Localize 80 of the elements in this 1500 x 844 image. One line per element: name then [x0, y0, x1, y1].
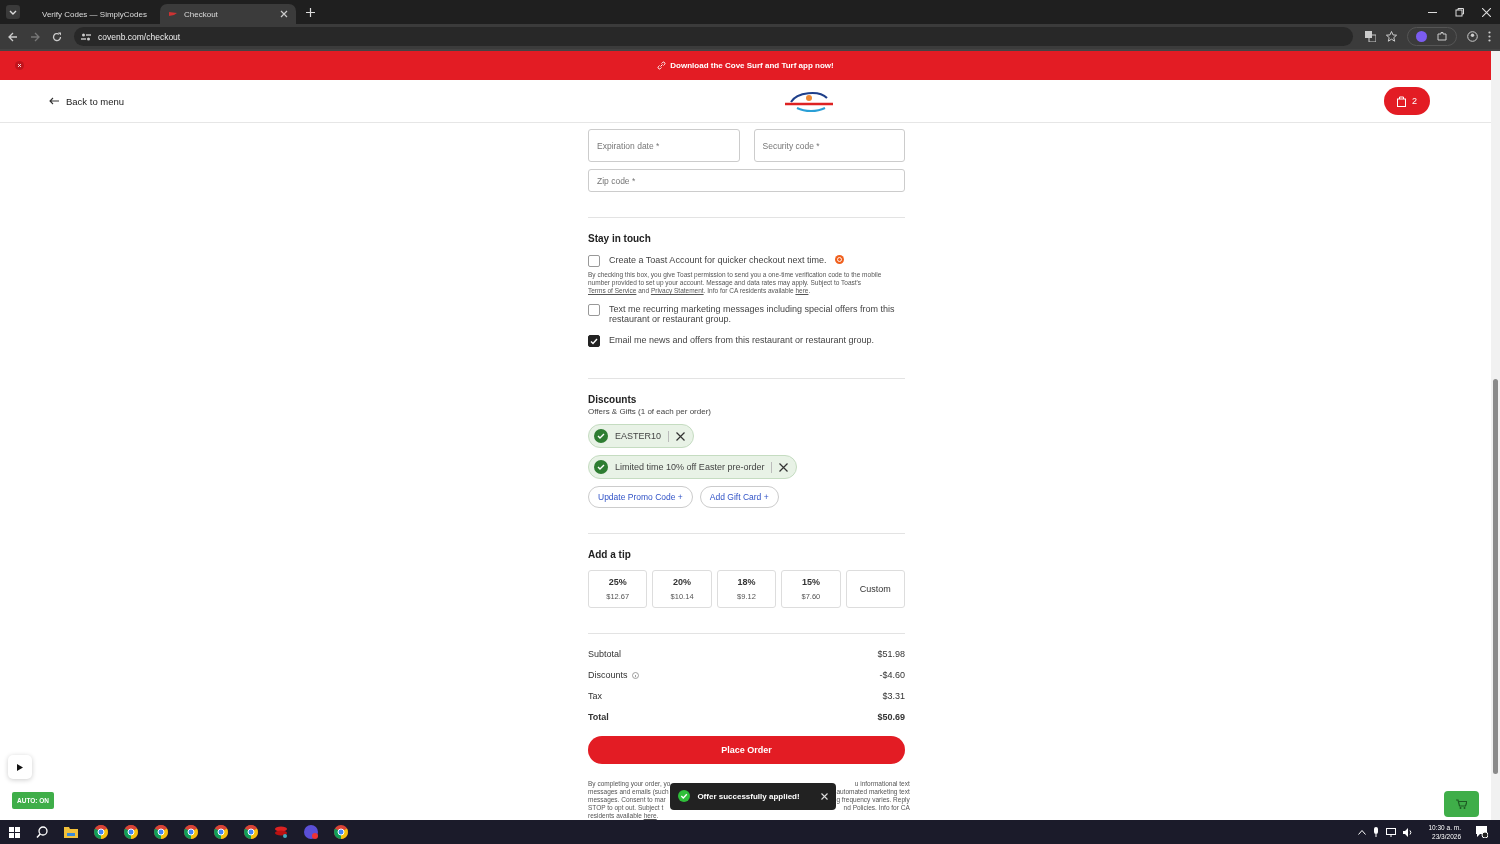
reload-icon[interactable]: [52, 31, 62, 42]
forward-arrow-icon[interactable]: [30, 31, 40, 42]
summary-label: Tax: [588, 691, 602, 701]
tab-list-icon[interactable]: [6, 5, 20, 19]
browser-app-icon[interactable]: [154, 825, 168, 839]
checkbox-label: Email me news and offers from this restaurant or restaurant group.: [609, 334, 874, 345]
check-circle-icon: [678, 790, 691, 802]
toast-message: Offer successfully applied!: [697, 791, 801, 801]
close-icon[interactable]: [779, 462, 789, 472]
windows-start-icon[interactable]: [9, 826, 20, 838]
extension-logo-icon[interactable]: [1416, 31, 1427, 42]
browser-tab[interactable]: Verify Codes — SimplyCodes: [28, 4, 156, 24]
restore-icon[interactable]: [1455, 7, 1464, 17]
cart-fab-button[interactable]: [1444, 791, 1479, 817]
browser-app-icon[interactable]: [94, 825, 108, 839]
scrollbar[interactable]: [1491, 51, 1500, 820]
browser-app-icon[interactable]: [184, 825, 198, 839]
summary-label: Discounts: [588, 670, 628, 680]
browser-app-icon[interactable]: [214, 825, 228, 839]
tip-option[interactable]: Custom: [845, 570, 905, 608]
discount-code: EASTER10: [615, 431, 662, 441]
info-badge-icon[interactable]: [835, 255, 845, 264]
play-icon: [17, 763, 23, 771]
section-title: Discounts: [588, 394, 638, 405]
new-tab-icon[interactable]: [306, 7, 315, 17]
checkbox[interactable]: [588, 255, 600, 267]
banner-link[interactable]: Download the Cove Surf and Turf app now!: [657, 61, 834, 70]
outline-button[interactable]: Add Gift Card +: [699, 486, 779, 508]
summary-label: Total: [588, 712, 609, 722]
play-button[interactable]: [8, 755, 32, 779]
summary-value: $50.69: [877, 712, 905, 722]
check-circle-icon: [594, 429, 608, 443]
summary-value: $51.98: [877, 649, 905, 659]
input-field[interactable]: Zip code *: [588, 169, 905, 192]
link-icon: [657, 61, 667, 70]
chat-app-icon[interactable]: [304, 825, 318, 839]
bookmark-star-icon[interactable]: [1386, 31, 1397, 42]
flag-icon: [168, 9, 178, 19]
speaker-icon[interactable]: [1403, 827, 1414, 837]
summary-value: -$4.60: [879, 670, 905, 680]
scrollbar-thumb[interactable]: [1493, 379, 1498, 774]
back-arrow-icon: [49, 97, 59, 105]
browser-app-icon[interactable]: [124, 825, 138, 839]
check-circle-icon: [594, 460, 608, 474]
checkbox-label: Text me recurring marketing messages including special offers from this restaurant or restaurant group.: [609, 303, 896, 324]
profile-icon[interactable]: [1467, 31, 1478, 42]
chevron-up-icon[interactable]: [1358, 829, 1367, 835]
translate-icon[interactable]: [1365, 31, 1376, 42]
input-field[interactable]: Security code *: [753, 129, 905, 162]
microphone-icon[interactable]: [1373, 827, 1380, 837]
cart-button[interactable]: 2: [1384, 87, 1430, 115]
site-settings-icon[interactable]: [81, 31, 91, 42]
puzzle-piece-icon[interactable]: [1437, 31, 1448, 42]
input-field[interactable]: Expiration date *: [588, 129, 740, 162]
close-icon[interactable]: [676, 431, 686, 441]
checkbox-label: Create a Toast Account for quicker checkout next time.: [609, 254, 827, 265]
checkbox[interactable]: [588, 304, 600, 316]
discount-code: Limited time 10% off Easter pre-order: [615, 462, 765, 472]
section-title: Stay in touch: [588, 233, 652, 244]
section-subtitle: Offers & Gifts (1 of each per order): [588, 407, 712, 416]
stacked-app-icon[interactable]: [274, 826, 288, 838]
url-field[interactable]: covenb.com/checkout: [74, 27, 1353, 46]
checkbox[interactable]: [588, 335, 600, 347]
notification-icon[interactable]: [1476, 826, 1488, 838]
network-icon[interactable]: [1386, 827, 1397, 837]
summary-value: $3.31: [882, 691, 905, 701]
browser-app-icon[interactable]: [244, 825, 258, 839]
back-link[interactable]: Back to menu: [49, 95, 125, 107]
more-menu-icon[interactable]: [1488, 31, 1491, 42]
section-title: Add a tip: [588, 549, 632, 560]
back-arrow-icon[interactable]: [8, 31, 18, 42]
summary-label: Subtotal: [588, 649, 622, 659]
shopping-bag-icon: [1397, 95, 1406, 107]
place-order-button[interactable]: Place Order: [588, 736, 905, 764]
browser-tab[interactable]: Checkout: [160, 4, 296, 24]
folder-icon[interactable]: [64, 826, 78, 838]
shopping-cart-icon: [1456, 799, 1467, 809]
outline-button[interactable]: Update Promo Code +: [588, 486, 693, 508]
browser-app-icon[interactable]: [334, 825, 348, 839]
search-icon[interactable]: [36, 826, 48, 838]
